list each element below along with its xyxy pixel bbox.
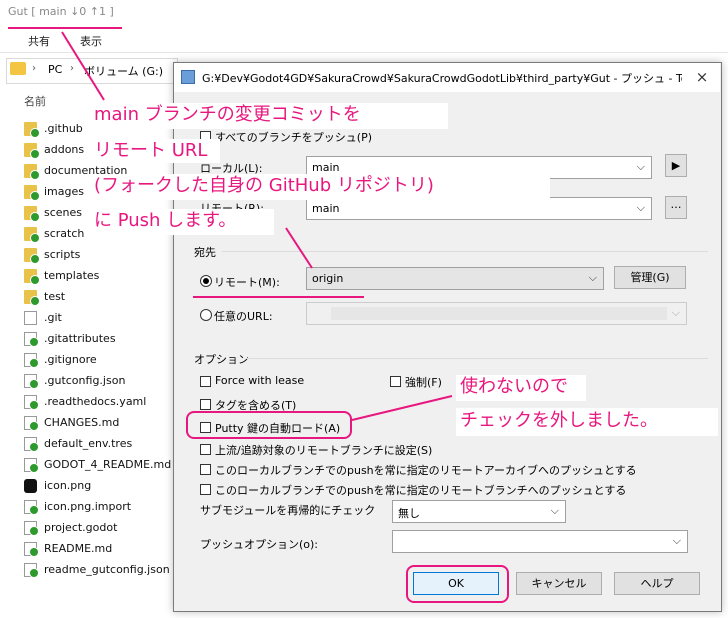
annotation-connector-lines — [61, 31, 453, 421]
annotation-line-remote — [285, 227, 313, 269]
annotation-putty-line-1: 使わないので — [460, 376, 568, 397]
annotation-line-putty — [351, 395, 453, 421]
ok-highlight-box — [406, 565, 509, 603]
annotation-putty-line-2: チェックを外しました。 — [460, 410, 658, 431]
annotation-line-title — [61, 31, 105, 101]
putty-highlight-box — [186, 411, 352, 439]
